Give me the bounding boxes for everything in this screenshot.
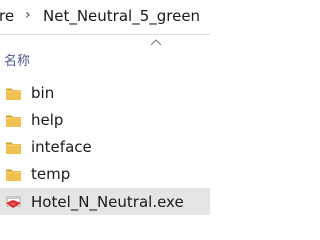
column-name-header[interactable]: 名称 <box>4 50 30 69</box>
chevron-up-icon <box>150 39 162 46</box>
file-name: bin <box>31 84 55 102</box>
file-name: temp <box>31 165 71 183</box>
list-item-selected[interactable]: Hotel_N_Neutral.exe <box>0 188 210 215</box>
file-name: Hotel_N_Neutral.exe <box>31 193 184 211</box>
file-list: bin help inteface temp Hotel_N_Neutral.e… <box>0 80 210 215</box>
folder-icon <box>6 88 21 100</box>
address-bar[interactable]: re › Net_Neutral_5_green <box>0 0 210 35</box>
column-header: 名称 <box>0 34 210 74</box>
breadcrumb-previous[interactable]: re <box>0 7 14 25</box>
list-item[interactable]: bin <box>0 80 210 107</box>
folder-icon <box>6 169 21 181</box>
file-name: inteface <box>31 138 92 156</box>
breadcrumb-separator-icon[interactable]: › <box>25 7 31 23</box>
list-item[interactable]: temp <box>0 161 210 188</box>
folder-icon <box>6 142 21 154</box>
file-explorer: re › Net_Neutral_5_green 名称 bin help int… <box>0 0 210 216</box>
folder-icon <box>6 115 21 127</box>
file-name: help <box>31 111 64 129</box>
app-icon <box>6 196 21 208</box>
list-item[interactable]: help <box>0 107 210 134</box>
list-item[interactable]: inteface <box>0 134 210 161</box>
breadcrumb-current[interactable]: Net_Neutral_5_green <box>43 7 200 25</box>
